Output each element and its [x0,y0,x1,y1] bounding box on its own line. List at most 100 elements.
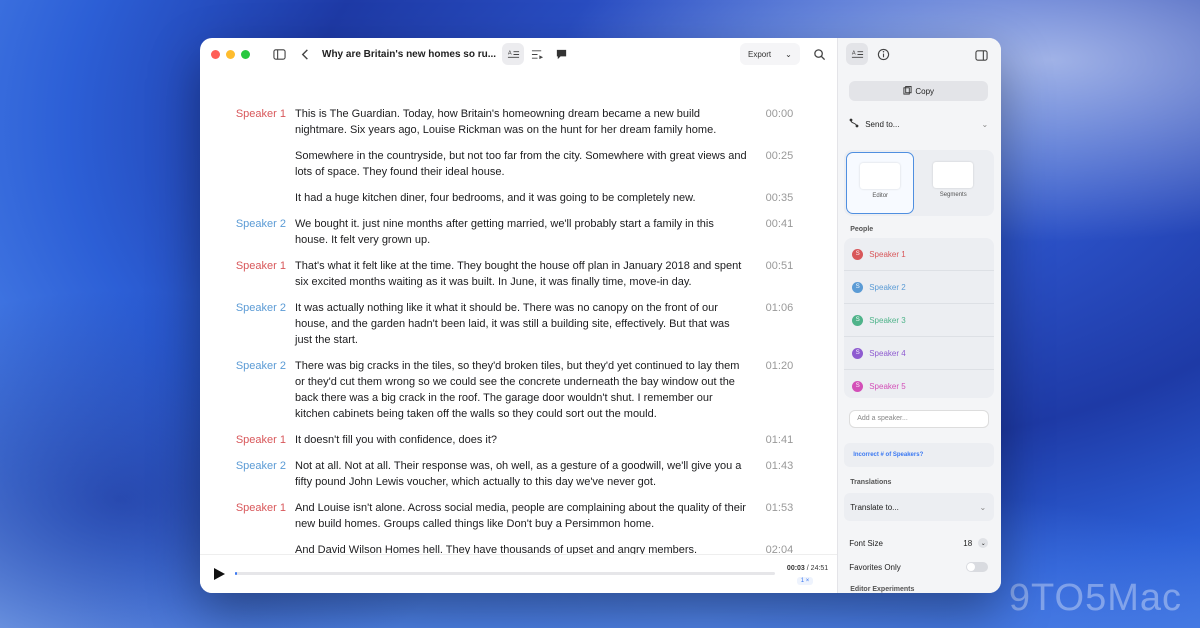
translate-to-menu[interactable]: Translate to... ⌄ [844,493,995,521]
segment-speaker-label[interactable]: Speaker 2 [200,358,295,422]
play-icon[interactable] [212,567,226,586]
transcript-segment[interactable]: Speaker 1 That's what it felt like at the… [200,258,837,290]
segment-speaker-label[interactable]: Speaker 1 [200,432,295,448]
person-avatar: S [852,380,864,392]
favorites-only-toggle[interactable] [966,562,989,572]
segment-text[interactable]: And David Wilson Homes hell. They have t… [295,542,763,554]
segment-timestamp[interactable]: 00:41 [763,216,794,248]
translate-to-label: Translate to... [850,502,899,512]
person-name: Speaker 2 [869,282,906,292]
segment-speaker-label[interactable]: Speaker 1 [200,258,295,290]
segment-speaker-label[interactable] [200,190,295,206]
favorites-only-row: Favorites Only [849,562,989,572]
transcript-segment[interactable]: Somewhere in the countryside, but not to… [200,148,837,180]
transcript-segment[interactable]: Speaker 2 There was big cracks in the til… [200,358,837,422]
segment-timestamp[interactable]: 00:25 [763,148,794,180]
person-name: Speaker 3 [869,315,906,325]
segment-text[interactable]: It had a huge kitchen diner, four bedroo… [295,190,763,206]
transcript-segment[interactable]: And David Wilson Homes hell. They have t… [200,542,837,554]
transcript-list[interactable]: Speaker 1 This is The Guardian. Today, ho… [200,70,837,554]
segment-timestamp[interactable]: 00:00 [763,106,794,138]
segment-speaker-label[interactable]: Speaker 1 [200,106,295,138]
person-item[interactable]: S Speaker 4 [844,337,995,370]
zoom-window-button[interactable] [241,49,250,59]
send-to-menu[interactable]: Send to... ⌄ [849,118,988,130]
font-size-stepper[interactable]: ⌄ [978,538,989,548]
playback-time: 00:03 / 24:51 [787,565,828,572]
progress-scrubber[interactable] [235,572,775,575]
segment-speaker-label[interactable] [200,542,295,554]
segment-text[interactable]: It was actually nothing like it what it … [295,300,763,348]
window-title: Why are Britain's new homes so ru... [322,48,497,60]
segment-text[interactable]: Not at all. Not at all. Their response w… [295,458,763,490]
person-name: Speaker 1 [869,249,906,259]
person-item[interactable]: S Speaker 1 [844,238,995,271]
add-speaker-input[interactable]: Add a speaker... [849,410,990,428]
segment-text[interactable]: That's what it felt like at the time. Th… [295,258,763,290]
transcript-segment[interactable]: Speaker 2 We bought it. just nine months … [200,216,837,248]
info-icon[interactable] [872,43,894,65]
segments-mode-option[interactable]: Segments [920,152,986,212]
person-item[interactable]: S Speaker 2 [844,271,995,304]
chat-bubble-icon[interactable] [550,43,572,65]
transcript-segment[interactable]: It had a huge kitchen diner, four bedroo… [200,190,837,206]
person-avatar: S [852,347,864,359]
segment-text[interactable]: And Louise isn't alone. Across social me… [295,500,763,532]
person-item[interactable]: S Speaker 3 [844,304,995,337]
export-button[interactable]: Export ⌄ [740,43,800,65]
segment-speaker-label[interactable]: Speaker 1 [200,500,295,532]
segment-timestamp[interactable]: 01:41 [763,432,794,448]
segment-text[interactable]: This is The Guardian. Today, how Britain… [295,106,763,138]
segments-mode-label: Segments [939,192,967,198]
share-icon [849,118,859,130]
segment-speaker-label[interactable] [200,148,295,180]
editor-preview-thumb [860,163,901,189]
segment-speaker-label[interactable]: Speaker 2 [200,458,295,490]
segment-timestamp[interactable]: 02:04 [763,542,794,554]
translations-section-label: Translations [850,479,892,486]
segment-timestamp[interactable]: 01:53 [763,500,794,532]
segments-list-icon[interactable] [526,43,548,65]
segment-speaker-label[interactable]: Speaker 2 [200,300,295,348]
segment-text[interactable]: There was big cracks in the tiles, so th… [295,358,763,422]
transcript-segment[interactable]: Speaker 1 This is The Guardian. Today, ho… [200,106,837,138]
copy-button[interactable]: Copy [849,81,989,101]
watermark: 9TO5Mac [1008,577,1182,619]
segment-timestamp[interactable]: 00:35 [763,190,794,206]
transcript-view-icon[interactable]: A [502,43,525,65]
segment-timestamp[interactable]: 01:43 [763,458,794,490]
editor-mode-option[interactable]: Editor [846,152,915,214]
person-name: Speaker 5 [869,381,906,391]
inspector-toggle-icon[interactable] [970,44,992,66]
transcript-segment[interactable]: Speaker 1 And Louise isn't alone. Across … [200,500,837,532]
close-window-button[interactable] [211,49,220,59]
segment-timestamp[interactable]: 01:06 [763,300,794,348]
transcript-segment[interactable]: Speaker 2 Not at all. Not at all. Their r… [200,458,837,490]
minimize-window-button[interactable] [226,49,235,59]
editor-mode-label: Editor [872,193,889,199]
person-item[interactable]: S Speaker 5 [844,370,994,402]
incorrect-speakers-link[interactable]: Incorrect # of Speakers? [844,443,995,467]
transcript-segment[interactable]: Speaker 2 It was actually nothing like it… [200,300,837,348]
person-avatar: S [852,281,864,293]
search-icon[interactable] [808,43,830,65]
playback-speed-button[interactable]: 1 × [796,577,814,585]
export-label: Export [748,49,772,59]
segment-text[interactable]: We bought it. just nine months after get… [295,216,763,248]
segment-timestamp[interactable]: 00:51 [763,258,794,290]
back-chevron-icon[interactable] [294,43,316,65]
copy-label: Copy [915,86,935,96]
segment-speaker-label[interactable]: Speaker 2 [200,216,295,248]
audio-player: 00:03 / 24:51 1 × [200,554,838,593]
segment-timestamp[interactable]: 01:20 [763,358,794,422]
transcript-segment[interactable]: Speaker 1 It doesn't fill you with confid… [200,432,837,448]
transcript-settings-icon[interactable]: A [846,43,869,65]
font-size-label: Font Size [849,538,883,548]
favorites-only-label: Favorites Only [849,562,901,572]
people-list: S Speaker 1 S Speaker 2 S Speaker 3 S Speaker 4… [844,238,995,398]
sidebar-toggle-icon[interactable] [268,43,290,65]
chevron-down-icon: ⌄ [785,49,792,59]
send-to-label: Send to... [865,119,900,129]
segment-text[interactable]: It doesn't fill you with confidence, doe… [295,432,763,448]
segment-text[interactable]: Somewhere in the countryside, but not to… [295,148,763,180]
